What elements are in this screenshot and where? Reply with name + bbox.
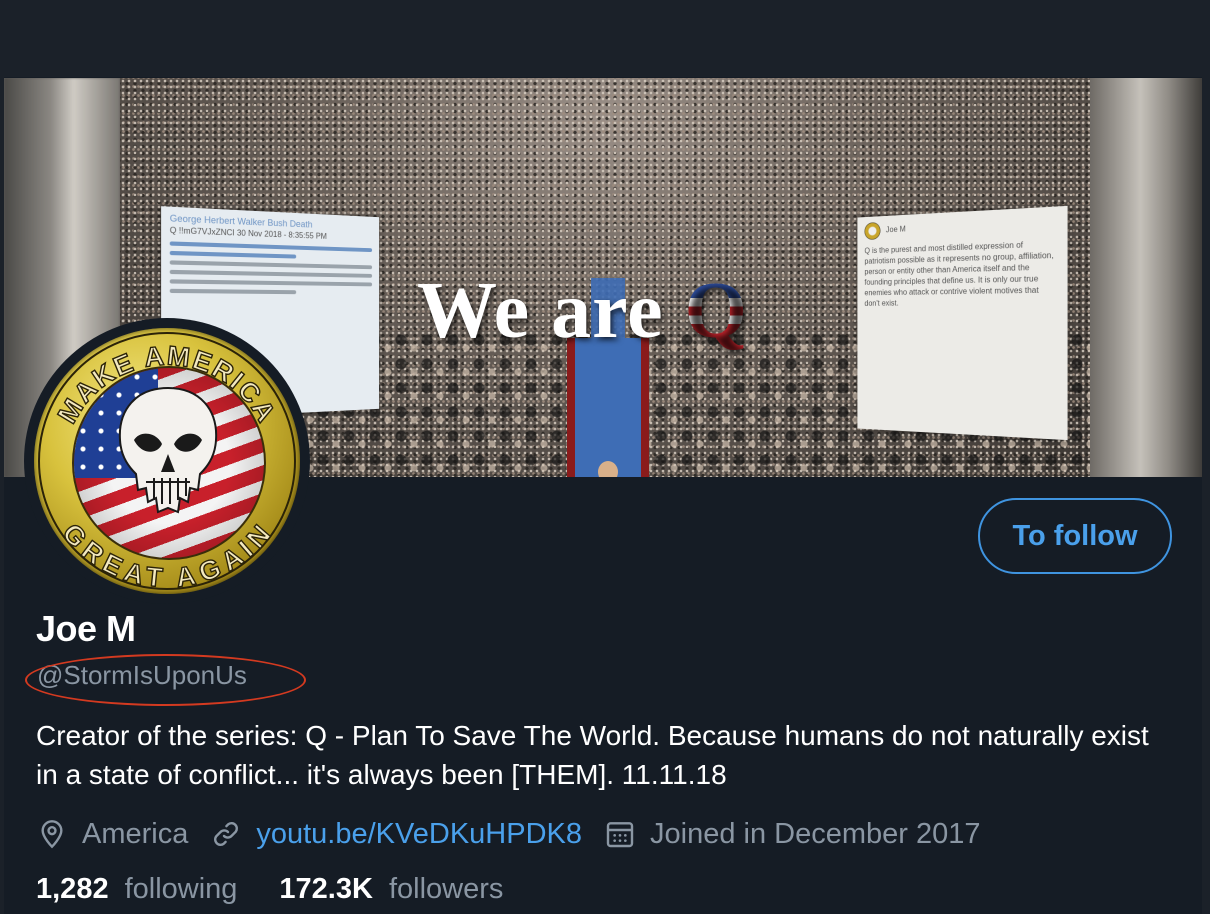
profile-bio: Creator of the series: Q - Plan To Save … — [36, 720, 1149, 790]
banner-post-line — [169, 288, 296, 295]
handle-highlight-circle — [25, 654, 306, 706]
followers-count[interactable]: 172.3K — [279, 873, 373, 906]
banner-headline-q: Q — [684, 267, 748, 355]
following-label[interactable]: following — [125, 873, 238, 906]
following-count[interactable]: 1,282 — [36, 873, 109, 906]
banner-post-avatar — [864, 222, 881, 241]
banner-figure-head — [598, 461, 618, 477]
display-name: Joe M — [36, 608, 136, 649]
location-pin-icon — [41, 820, 63, 849]
banner-post-line — [169, 269, 373, 278]
location-item: America — [36, 818, 188, 851]
follow-stats: 1,282 following 172.3K followers — [36, 873, 545, 906]
banner-blur-right — [1090, 78, 1202, 477]
website-link[interactable]: youtu.be/KVeDKuHPDK8 — [256, 818, 582, 851]
banner-post-line — [169, 250, 296, 259]
followers-label[interactable]: followers — [389, 873, 503, 906]
profile-meta: America youtu.be/KVeDKuHPDK8 Joined in D… — [36, 812, 1003, 856]
banner-post-line — [169, 260, 373, 270]
website-item[interactable]: youtu.be/KVeDKuHPDK8 — [210, 818, 582, 851]
banner-post-card-right: Joe M Q is the purest and most distilled… — [857, 205, 1068, 441]
banner-post-text: Q is the purest and most distilled expre… — [864, 240, 1054, 308]
link-icon — [214, 822, 239, 846]
joined-item: Joined in December 2017 — [604, 817, 981, 851]
banner-post-line — [169, 279, 373, 287]
follow-button[interactable]: To follow — [978, 498, 1172, 574]
joined-text: Joined in December 2017 — [650, 817, 981, 850]
banner-carpet — [567, 338, 649, 477]
location-text: America — [82, 817, 189, 850]
banner-post-line — [169, 241, 373, 253]
banner-headline-text: We are — [417, 267, 685, 355]
banner-post-author: Joe M — [885, 224, 906, 235]
skull-icon — [118, 386, 218, 514]
calendar-icon — [606, 822, 634, 848]
banner-headline: We are Q — [417, 266, 748, 356]
